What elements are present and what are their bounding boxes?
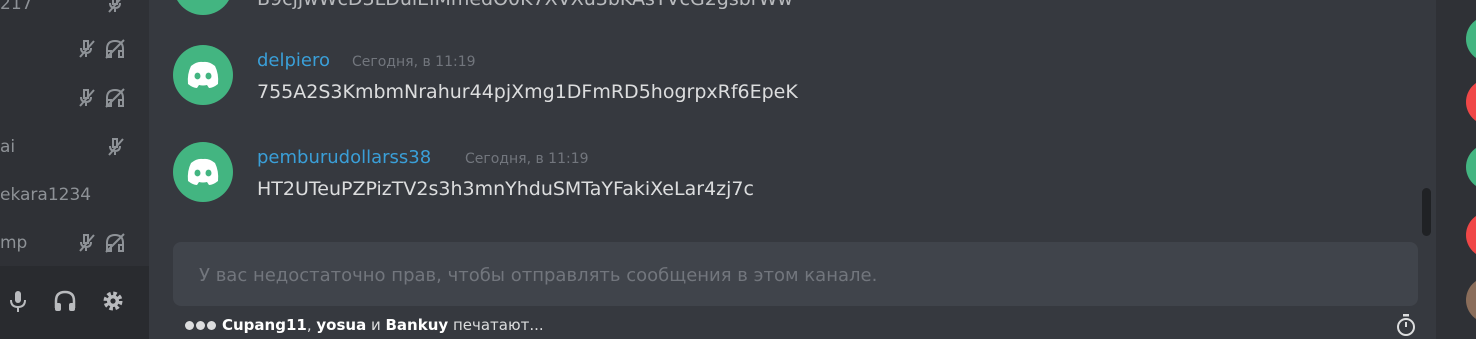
mic-muted-icon xyxy=(108,0,121,13)
chat-area: B9cjjwWcD3LDuiEiMmedO0K7XVXu3bKAsTVcG2gs… xyxy=(149,0,1436,339)
message-text: 755A2S3KmbmNrahur44pjXmg1DFmRD5hogrpxRf6… xyxy=(257,81,798,103)
message-avatar[interactable] xyxy=(173,142,233,202)
message-author[interactable]: pemburudollarss38 xyxy=(257,147,431,168)
message-timestamp: Сегодня, в 11:19 xyxy=(465,151,589,167)
message-text-partial: B9cjjwWcD3LDuiEiMmedO0K7XVXu3bKAsTVcG2gs… xyxy=(257,0,793,10)
discord-logo-icon xyxy=(187,158,219,185)
mic-muted-icon xyxy=(79,40,95,58)
input-placeholder: У вас недостаточно прав, чтобы отправлят… xyxy=(199,265,878,286)
member-list xyxy=(1436,0,1476,339)
typing-dots-icon xyxy=(185,316,218,334)
message-text: HT2UTeuPZPizTV2s3h3mnYhduSMTaYFakiXeLar4… xyxy=(257,178,754,200)
microphone-icon[interactable] xyxy=(5,288,31,314)
mic-muted-icon xyxy=(108,138,124,156)
typing-user: Cupang11 xyxy=(222,316,307,334)
member-avatar[interactable] xyxy=(1466,16,1476,62)
headphones-icon[interactable] xyxy=(52,288,78,314)
headphones-deafened-icon xyxy=(105,39,125,59)
mic-muted-icon xyxy=(79,89,95,107)
voice-user-name: ai xyxy=(0,137,16,157)
settings-gear-icon[interactable] xyxy=(100,288,126,314)
typing-separator: и xyxy=(366,316,386,334)
message-avatar[interactable] xyxy=(173,45,233,105)
mic-muted-icon xyxy=(79,234,95,252)
voice-user[interactable] xyxy=(0,37,149,61)
voice-user[interactable]: mp xyxy=(0,231,149,255)
message-avatar[interactable] xyxy=(173,0,233,15)
headphones-deafened-icon xyxy=(105,88,125,108)
voice-user-name: ekara1234 xyxy=(0,185,92,205)
user-panel xyxy=(0,266,149,339)
member-avatar[interactable] xyxy=(1466,79,1476,125)
message-author[interactable]: delpiero xyxy=(257,50,330,71)
voice-user-name: 217 xyxy=(0,0,33,14)
typing-user: Bankuy xyxy=(385,316,449,334)
message-input-disabled: У вас недостаточно прав, чтобы отправлят… xyxy=(173,242,1418,306)
slowmode-timer-icon xyxy=(1397,314,1415,336)
channel-sidebar: 217 ai ekara1234 mp xyxy=(0,0,149,339)
typing-user: yosua xyxy=(316,316,367,334)
message-timestamp: Сегодня, в 11:19 xyxy=(352,54,476,70)
headphones-deafened-icon xyxy=(105,233,125,253)
typing-separator: , xyxy=(306,316,317,334)
voice-user[interactable]: ekara1234 xyxy=(0,183,149,207)
discord-logo-icon xyxy=(187,61,219,88)
voice-user-name: mp xyxy=(0,233,28,253)
typing-indicator: Cupang11, yosua и Bankuy печатают... xyxy=(185,316,544,334)
voice-user[interactable] xyxy=(0,86,149,110)
member-avatar[interactable] xyxy=(1466,277,1476,323)
typing-suffix: печатают... xyxy=(448,316,544,334)
member-avatar[interactable] xyxy=(1466,212,1476,258)
voice-user[interactable]: 217 xyxy=(0,0,149,16)
voice-user[interactable]: ai xyxy=(0,135,149,159)
scrollbar-thumb[interactable] xyxy=(1422,188,1431,236)
member-avatar[interactable] xyxy=(1466,144,1476,190)
